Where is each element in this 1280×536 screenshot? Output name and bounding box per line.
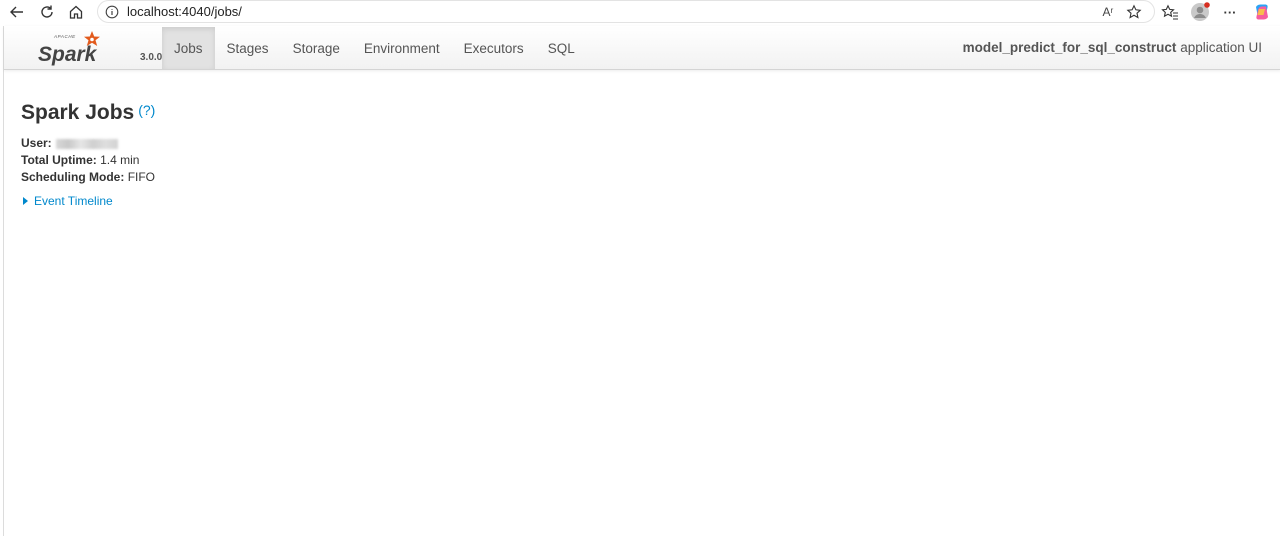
event-timeline-toggle[interactable]: Event Timeline: [21, 194, 155, 208]
read-aloud-icon[interactable]: Aʳ: [1098, 2, 1118, 22]
nav-tabs: Jobs Stages Storage Environment Executor…: [162, 27, 587, 69]
application-name: model_predict_for_sql_construct: [962, 40, 1177, 55]
tab-sql[interactable]: SQL: [536, 27, 587, 69]
caret-right-icon: [23, 197, 28, 205]
copilot-icon[interactable]: [1252, 2, 1272, 22]
event-timeline-label[interactable]: Event Timeline: [34, 194, 113, 208]
spark-version: 3.0.0: [140, 52, 163, 63]
jobs-content: Spark Jobs (?) User: Total Uptime: 1.4 mi…: [21, 92, 155, 208]
page-title-text: Spark Jobs: [21, 101, 135, 124]
application-title: model_predict_for_sql_construct applicat…: [963, 40, 1262, 55]
svg-text:APACHE: APACHE: [53, 34, 76, 39]
info-icon[interactable]: [105, 5, 119, 19]
tab-environment[interactable]: Environment: [352, 27, 452, 69]
application-suffix: application UI: [1180, 40, 1262, 55]
summary-list: User: Total Uptime: 1.4 min Scheduling M…: [21, 135, 155, 186]
user-label: User:: [21, 136, 52, 150]
favorites-icon[interactable]: [1160, 2, 1180, 22]
more-icon[interactable]: ···: [1220, 2, 1240, 22]
redacted-user-name: [55, 138, 118, 149]
tab-jobs[interactable]: Jobs: [162, 27, 215, 69]
home-icon[interactable]: [66, 2, 86, 22]
refresh-icon[interactable]: [37, 2, 57, 22]
spark-navbar: APACHE Spark 3.0.0 Jobs Stages Storage E…: [4, 26, 1280, 70]
favorite-star-icon[interactable]: [1124, 2, 1144, 22]
spark-ui-frame: APACHE Spark 3.0.0 Jobs Stages Storage E…: [3, 26, 1280, 536]
address-bar[interactable]: localhost:4040/jobs/: [97, 0, 1155, 23]
uptime-value: 1.4 min: [100, 153, 140, 167]
uptime-label: Total Uptime:: [21, 153, 97, 167]
tab-stages[interactable]: Stages: [215, 27, 281, 69]
scheduling-mode-label: Scheduling Mode:: [21, 170, 125, 184]
help-link[interactable]: (?): [138, 102, 155, 118]
browser-toolbar: localhost:4040/jobs/ Aʳ ···: [0, 0, 1280, 24]
spark-logo[interactable]: APACHE Spark 3.0.0: [38, 29, 162, 67]
summary-user: User:: [21, 135, 155, 152]
profile-icon[interactable]: [1190, 2, 1210, 22]
tab-executors[interactable]: Executors: [452, 27, 536, 69]
summary-scheduling-mode: Scheduling Mode: FIFO: [21, 169, 155, 186]
tab-storage[interactable]: Storage: [281, 27, 352, 69]
url-text[interactable]: localhost:4040/jobs/: [127, 4, 242, 19]
svg-text:Spark: Spark: [38, 43, 98, 66]
scheduling-mode-value: FIFO: [127, 170, 156, 184]
page-title: Spark Jobs (?): [21, 92, 155, 127]
summary-uptime: Total Uptime: 1.4 min: [21, 152, 155, 169]
back-icon[interactable]: [7, 2, 27, 22]
